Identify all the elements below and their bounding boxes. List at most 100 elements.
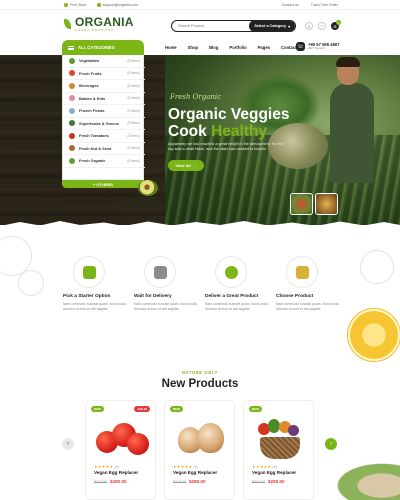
vegetables-icon [69,57,75,64]
leaf-logo-icon [64,18,73,30]
mail-icon [96,3,101,7]
arrow-right-icon: → [192,163,197,168]
site-header: ORGANIA FRESH PRODUCT Select a Category … [0,10,400,40]
current-price: $280.00 [110,479,127,484]
star-icons: ★★★★★ [173,464,193,469]
feature-desc: Nam commodo suscipit quam. Nunc nulla. A… [205,302,269,311]
star-icons: ★★★★★ [94,464,114,469]
category-select[interactable]: Select a Category ▾ [249,21,295,31]
hero-title-line2: Cook Healthy [168,123,289,140]
category-name: Frozen Foods [79,108,105,114]
top-bar: Find Store support@organia.com Contact u… [0,0,400,10]
product-name[interactable]: Vegan Egg Replacer [252,470,296,475]
nav-pages[interactable]: Pages [258,45,270,50]
farmer-hair [336,57,360,67]
cart-button[interactable]: ⊕ 0 [331,20,341,30]
nav-portfolio-label: Portfolio [229,45,247,50]
nav-portfolio[interactable]: Portfolio [229,45,246,50]
nav-shop[interactable]: Shop [188,45,198,50]
top-bar-right: Contact us Track Your Order [282,3,338,7]
category-item[interactable]: Frozen Foods (8 Items) [63,105,145,118]
user-icon: ☺ [306,23,312,29]
search-input[interactable] [172,21,250,31]
category-item[interactable]: Fresh Organic (8 Items) [63,155,145,168]
view-all-label: View All [175,163,191,168]
hero-title-cook: Cook [168,123,212,140]
category-count: (8 Items) [127,121,140,126]
feature-item: Wait for Delivery Nam commodo suscipit q… [134,256,206,312]
search-bar: Select a Category ▾ [171,20,296,32]
account-button[interactable]: ☺ [305,22,313,30]
category-item[interactable]: Fresh Nut & Seed (8 Items) [63,143,145,155]
hero-subtitle: Apparently we had reached a great height… [168,142,283,151]
nav-pages-label: Pages [257,45,270,50]
category-item[interactable]: Superfoods & Greens (8 Items) [63,118,145,130]
category-count: (8 Items) [127,96,140,101]
feature-title: Choose Product [276,294,314,299]
wishlist-button[interactable]: ♡ [318,22,326,30]
nav-home-label: Home [165,45,177,50]
product-rating: ★★★★★(8) [252,464,277,469]
category-name: Fresh Fruits [79,70,102,76]
contact-link[interactable]: Contact us [282,3,299,7]
location-pin-icon [64,3,68,7]
carousel-prev-button[interactable]: ‹ [62,438,74,450]
category-name: Babies & Kids [79,95,106,101]
product-name[interactable]: Vegan Egg Replacer [94,470,138,475]
category-item[interactable]: Beverages (8 Items) [63,80,145,93]
chevron-right-icon: › [330,441,332,447]
category-count: (8 Items) [127,71,140,76]
product-card[interactable]: NEW ★★★★★(8) Vegan Egg Replacer $310.00 … [243,400,314,500]
hero-thumbnail-2[interactable] [315,193,338,215]
feature-item: Pick a Starter Option Nam commodo suscip… [63,256,135,312]
main-navbar: ALL CATEGORIES Home Shop Blog Portfolio … [0,40,400,55]
logo-tagline: FRESH PRODUCT [75,28,114,32]
vegetable-basket-image [252,415,308,461]
logo-name: ORGANIA [75,15,134,29]
avocado-image [138,180,158,196]
old-price: $310.00 [252,479,265,484]
phone-contact[interactable]: ☏ +90 57 555 4567 24/7 Support [296,42,340,51]
beverage-icon [69,82,75,89]
lemon-image [347,308,400,362]
product-price: $310.00 $280.00 [94,479,127,484]
category-item[interactable]: Vegetables (8 Items) [63,55,145,68]
leaf-decoration [326,458,400,500]
delivery-house-icon [144,256,176,288]
feature-title: Pick a Starter Option [63,294,111,299]
greens-icon [69,120,75,127]
nav-home[interactable]: Home [165,45,177,50]
view-all-button[interactable]: View All → [168,160,204,171]
category-item[interactable]: Babies & Kids (8 Items) [63,93,145,105]
support-email-link[interactable]: support@organia.com [96,3,138,7]
category-item[interactable]: Fresh Fruits (8 Items) [63,68,145,80]
review-count: (8) [193,465,199,469]
category-name: Fresh Organic [79,158,106,164]
track-order-link[interactable]: Track Your Order [311,3,338,7]
all-categories-toggle[interactable]: ALL CATEGORIES [62,40,144,55]
hero-script-text: Fresh Organic [170,93,222,101]
nut-icon [69,145,75,152]
carousel-next-button[interactable]: › [325,438,337,450]
more-categories-button[interactable]: + OTHERS [62,180,144,188]
star-icons: ★★★★★ [252,464,272,469]
product-card[interactable]: NEW ★★★★★(8) Vegan Egg Replacer $310.00 … [164,400,235,500]
phone-support-label: 24/7 Support [308,46,326,51]
product-card[interactable]: NEW -SALE! ★★★★★(8) Vegan Egg Replacer $… [85,400,156,500]
frozen-icon [69,107,75,114]
store-locator-link[interactable]: Find Store [64,3,87,7]
new-badge: NEW [91,406,104,412]
top-bar-left: Find Store support@organia.com [64,3,138,7]
category-count: (8 Items) [127,58,140,63]
products-heading: New Products [161,378,239,390]
old-price: $310.00 [94,479,107,484]
hero-banner [0,55,400,225]
nav-blog[interactable]: Blog [209,45,218,50]
product-name[interactable]: Vegan Egg Replacer [173,470,217,475]
review-count: (8) [114,465,120,469]
category-name: Beverages [79,83,99,89]
hero-thumbnail-1[interactable] [290,193,313,215]
site-logo[interactable]: ORGANIA FRESH PRODUCT [64,16,134,32]
category-count: (8 Items) [127,158,140,163]
category-item[interactable]: Fresh Tomatoes (8 Items) [63,130,145,143]
